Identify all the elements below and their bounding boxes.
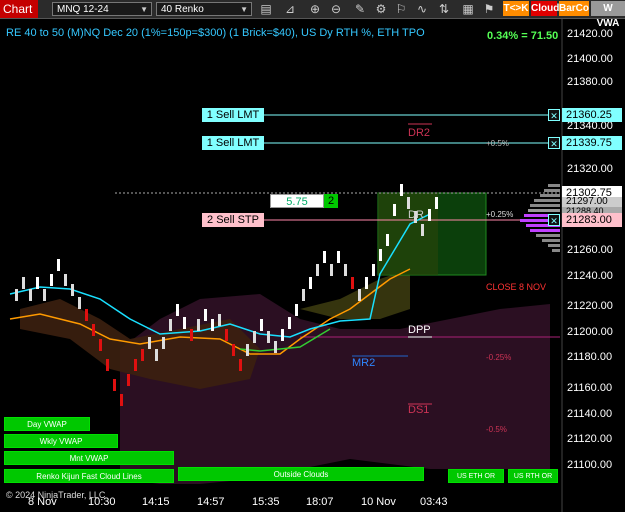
price-tick: 21320.00: [567, 163, 613, 175]
price-tick: 21140.00: [567, 408, 613, 420]
pct-minus-05: -0.5%: [486, 425, 507, 434]
time-tick: 8 Nov: [28, 496, 57, 508]
price-tick: 21220.00: [567, 300, 613, 312]
price-tick: 21380.00: [567, 76, 613, 88]
level-dr: DR: [408, 209, 424, 221]
time-tick: 14:15: [142, 496, 170, 508]
price-tick: 21120.00: [567, 433, 613, 445]
lmt-price-box: 21360.25: [562, 108, 622, 122]
data-series-icon[interactable]: ▤: [258, 1, 274, 17]
pct-plus-05: +0.5%: [486, 139, 509, 148]
wave-icon[interactable]: ∿: [414, 1, 430, 17]
qty-count[interactable]: 2: [324, 194, 338, 208]
time-tick: 15:35: [252, 496, 280, 508]
price-tick: 21240.00: [567, 270, 613, 282]
mnt-vwap-button[interactable]: Mnt VWAP: [4, 451, 174, 465]
price-tick: 21160.00: [567, 382, 613, 394]
level-dr2: DR2: [408, 127, 431, 139]
chart-header: RE 40 to 50 (M)NQ Dec 20 (1%=150p=$300) …: [6, 27, 425, 39]
level-dpp: DPP: [408, 324, 431, 336]
chart-title: Chart: [0, 0, 38, 18]
time-tick: 18:07: [306, 496, 334, 508]
lmt-price-box: 21339.75: [562, 136, 622, 150]
level-ds1: DS1: [408, 404, 430, 416]
strategy-icon[interactable]: ⚐: [393, 1, 409, 17]
level-mr2: MR2: [352, 357, 376, 369]
close-icon[interactable]: ✕: [548, 137, 560, 149]
grid-icon[interactable]: ▦: [460, 1, 476, 17]
period-selector[interactable]: 40 Renko ▼: [156, 2, 252, 16]
sell-stp-order[interactable]: 2 Sell STP: [202, 213, 264, 227]
sell-lmt-order-2[interactable]: 1 Sell LMT: [202, 136, 264, 150]
cloud-button[interactable]: Cloud: [531, 1, 559, 16]
stop-price-box: 21283.00: [562, 213, 622, 227]
fast-cloud-button[interactable]: Renko Kijun Fast Cloud Lines: [4, 469, 174, 483]
price-tick: 21420.00: [567, 28, 613, 40]
chevron-down-icon: ▼: [140, 5, 148, 14]
barco-button[interactable]: BarCo: [559, 1, 589, 16]
day-vwap-button[interactable]: Day VWAP: [4, 417, 90, 431]
flag-icon[interactable]: ⚑: [481, 1, 497, 17]
close-icon[interactable]: ✕: [548, 214, 560, 226]
time-tick: 10 Nov: [361, 496, 396, 508]
chevron-down-icon: ▼: [240, 5, 248, 14]
instrument-selector[interactable]: MNQ 12-24 ▼: [52, 2, 152, 16]
qty-input[interactable]: 5.75: [270, 194, 324, 208]
indicators-icon[interactable]: ⊿: [282, 1, 298, 17]
pct-minus-025: -0.25%: [486, 353, 512, 362]
close-icon[interactable]: ✕: [548, 109, 560, 121]
price-tick: 21180.00: [567, 351, 613, 363]
chart-toolbar: Chart MNQ 12-24 ▼ 40 Renko ▼ ▤ ⊿ ⊕ ⊖ ✎ ⚙…: [0, 0, 625, 29]
instrument-value: MNQ 12-24: [57, 4, 109, 15]
tk-button[interactable]: T<>K: [503, 1, 529, 16]
price-tick: 21260.00: [567, 244, 613, 256]
percent-readout: 0.34% = 71.50: [487, 30, 559, 42]
price-tick: 21100.00: [567, 459, 613, 471]
period-value: 40 Renko: [161, 4, 204, 15]
time-tick: 10:30: [88, 496, 116, 508]
close-8nov-label: CLOSE 8 NOV: [486, 282, 547, 292]
outside-clouds-button[interactable]: Outside Clouds: [178, 467, 424, 481]
chart-panel[interactable]: RE 40 to 50 (M)NQ Dec 20 (1%=150p=$300) …: [0, 19, 625, 512]
price-tick: 21200.00: [567, 326, 613, 338]
chart-trader-icon[interactable]: ⇅: [436, 1, 452, 17]
us-eth-or-button[interactable]: US ETH OR: [448, 469, 504, 483]
time-tick: 03:43: [420, 496, 448, 508]
wkly-vwap-button[interactable]: Wkly VWAP: [4, 434, 118, 448]
us-rth-or-button[interactable]: US RTH OR: [508, 469, 558, 483]
properties-icon[interactable]: ⚙: [373, 1, 389, 17]
vwap-button[interactable]: W VWA: [591, 1, 625, 29]
drawing-tools-icon[interactable]: ✎: [352, 1, 368, 17]
zoom-out-icon[interactable]: ⊖: [328, 1, 344, 17]
pct-plus-025: +0.25%: [486, 210, 514, 219]
time-tick: 14:57: [197, 496, 225, 508]
price-tick: 21400.00: [567, 53, 613, 65]
price-box: 21297.00: [562, 197, 622, 207]
zoom-in-icon[interactable]: ⊕: [307, 1, 323, 17]
sell-lmt-order-1[interactable]: 1 Sell LMT: [202, 108, 264, 122]
